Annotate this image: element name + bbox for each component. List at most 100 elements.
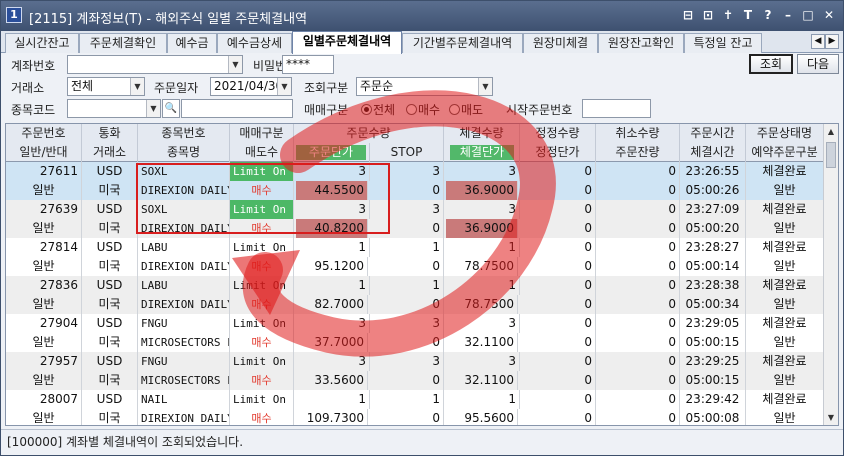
table-row[interactable]: 27611 USD SOXL Limit On C 3 3 3 0 0 23:26:55 체결완료 — [6, 162, 824, 181]
col-market[interactable]: 거래소 — [82, 143, 138, 162]
scroll-thumb[interactable] — [826, 142, 836, 168]
cell-kind: 일반 — [6, 409, 82, 425]
col-order-time[interactable]: 주문시간 — [680, 124, 746, 143]
table-row[interactable]: 일반 미국 DIREXION DAILY 매수 95.1200 0 78.7500 0 0 05:… — [6, 257, 824, 276]
exchange-select[interactable]: 전체 ▼ — [67, 77, 145, 96]
col-trade-type[interactable]: 매매구분 — [230, 124, 294, 143]
col-name[interactable]: 종목명 — [138, 143, 230, 162]
start-order-label: 시작주문번호 — [506, 103, 573, 117]
radio-buy[interactable]: 매수 — [406, 101, 440, 118]
col-side[interactable]: 매도수 — [230, 143, 294, 162]
chevron-down-icon[interactable]: ▼ — [130, 78, 144, 95]
cell-fill-price: 95.5600 — [446, 409, 518, 425]
col-currency[interactable]: 통화 — [82, 124, 138, 143]
table-row[interactable]: 일반 미국 DIREXION DAILY 매수 109.7300 0 95.5600 0 0 05… — [6, 409, 824, 425]
cell-name: DIREXION DAILY — [138, 219, 230, 238]
table-row[interactable]: 일반 미국 MICROSECTORS F 매수 37.7000 0 32.1100 0 0 05:… — [6, 333, 824, 352]
cell-qty2: 1 — [370, 238, 444, 257]
chevron-down-icon[interactable]: ▼ — [478, 78, 492, 95]
side-label: 매매구분 — [304, 103, 349, 117]
radio-sell[interactable]: 매도 — [449, 101, 483, 118]
tab-period-orders[interactable]: 기간별주문체결내역 — [402, 33, 523, 53]
col-cancel-qty[interactable]: 취소수량 — [596, 124, 680, 143]
tab-ledger-balance[interactable]: 원장잔고확인 — [598, 33, 684, 53]
tab-realtime-balance[interactable]: 실시간잔고 — [5, 33, 79, 53]
account-field[interactable]: ▼ — [67, 55, 243, 74]
help-icon[interactable]: ? — [759, 7, 777, 24]
col-order-qty[interactable]: 주문수량 — [294, 124, 444, 143]
radio-buy-label: 매수 — [418, 103, 441, 117]
layout-icon[interactable]: ⊡ — [699, 7, 717, 24]
next-button[interactable]: 다음 — [797, 54, 839, 74]
table-row[interactable]: 일반 미국 DIREXION DAILY 매수 40.8200 0 36.9000 0 0 05:… — [6, 219, 824, 238]
password-field[interactable]: **** — [282, 55, 334, 74]
col-order-price[interactable]: 주문단가 — [294, 143, 370, 162]
scroll-up-icon[interactable]: ▲ — [824, 124, 838, 139]
query-type-select[interactable]: 주문순 ▼ — [356, 77, 493, 96]
title-bar[interactable]: 1 [2115] 계좌정보(T) - 해외주식 일별 주문체결내역 ⊟ ⊡ ✝ … — [1, 1, 843, 31]
tab-scroll-left-icon[interactable]: ◀ — [811, 34, 825, 49]
cell-remain: 0 — [596, 333, 680, 352]
col-mod-qty[interactable]: 정정수량 — [520, 124, 596, 143]
cell-fill-time: 05:00:15 — [680, 333, 746, 352]
chevron-down-icon[interactable]: ▼ — [228, 56, 242, 73]
query-button[interactable]: 조회 — [749, 54, 793, 74]
table-row[interactable]: 일반 미국 DIREXION DAILY 매수 82.7000 0 78.7500 0 0 05:… — [6, 295, 824, 314]
pin-icon[interactable]: ✝ — [719, 7, 737, 24]
col-fill-qty[interactable]: 체결수량 — [444, 124, 520, 143]
scroll-down-icon[interactable]: ▼ — [824, 410, 838, 425]
cell-fill-price: 32.1100 — [446, 371, 518, 390]
cell-fill-qty: 1 — [444, 390, 520, 409]
link-icon[interactable]: ⊟ — [679, 7, 697, 24]
table-row[interactable]: 27814 USD LABU Limit On C 1 1 1 0 0 23:28:27 체결완료 — [6, 238, 824, 257]
col-reserve[interactable]: 예약주문구분 — [746, 143, 824, 162]
tab-order-confirm[interactable]: 주문체결확인 — [79, 33, 167, 53]
date-field[interactable]: 2021/04/30 ▼ — [210, 77, 292, 96]
chevron-down-icon[interactable]: ▼ — [146, 100, 160, 117]
radio-all[interactable]: 전체 — [361, 101, 395, 118]
table-row[interactable]: 27836 USD LABU Limit On C 1 1 1 0 0 23:28:38 체결완료 — [6, 276, 824, 295]
col-status[interactable]: 주문상태명 — [746, 124, 824, 143]
start-order-field[interactable] — [582, 99, 651, 118]
col-kind[interactable]: 일반/반대 — [6, 143, 82, 162]
table-row[interactable]: 일반 미국 MICROSECTORS F 매수 33.5600 0 32.1100 0 0 05:… — [6, 371, 824, 390]
table-row[interactable]: 28007 USD NAIL Limit On C 1 1 1 0 0 23:29:42 체결완료 — [6, 390, 824, 409]
code-label: 종목코드 — [11, 103, 56, 117]
tab-deposit-detail[interactable]: 예수금상세 — [217, 33, 292, 53]
tab-scroll-right-icon[interactable]: ▶ — [825, 34, 839, 49]
tab-unfilled[interactable]: 원장미체결 — [523, 33, 598, 53]
table-row[interactable]: 27639 USD SOXL Limit On C 3 3 3 0 0 23:27:09 체결완료 — [6, 200, 824, 219]
cell-qty: 3 — [294, 352, 370, 371]
cell-type: Limit On C — [230, 276, 294, 295]
maximize-button[interactable]: □ — [799, 7, 817, 24]
cell-order-time: 23:27:09 — [680, 200, 746, 219]
table-row[interactable]: 27957 USD FNGU Limit On C 3 3 3 0 0 23:29:25 체결완료 — [6, 352, 824, 371]
search-icon[interactable]: 🔍 — [162, 99, 180, 118]
cell-name: MICROSECTORS F — [138, 371, 230, 390]
minimize-button[interactable]: – — [779, 7, 797, 24]
col-stop[interactable]: STOP — [370, 143, 444, 162]
cell-name: MICROSECTORS F — [138, 333, 230, 352]
col-symbol[interactable]: 종목번호 — [138, 124, 230, 143]
code-select[interactable]: ▼ — [67, 99, 161, 118]
tab-daily-orders[interactable]: 일별주문체결내역 — [292, 31, 402, 54]
font-icon[interactable]: T — [739, 7, 757, 24]
cell-currency: USD — [82, 276, 138, 295]
cell-mod-qty: 0 — [520, 200, 596, 219]
cell-status: 체결완료 — [746, 390, 824, 409]
tab-deposit[interactable]: 예수금 — [167, 33, 217, 53]
cell-type: Limit On C — [230, 162, 294, 181]
table-row[interactable]: 27904 USD FNGU Limit On C 3 3 3 0 0 23:29:05 체결완료 — [6, 314, 824, 333]
calendar-dropdown-icon[interactable]: ▼ — [277, 78, 291, 95]
close-button[interactable]: ✕ — [819, 7, 839, 24]
vertical-scrollbar[interactable]: ▲ ▼ — [823, 124, 838, 425]
code-name-field[interactable] — [181, 99, 293, 118]
tab-specific-day-balance[interactable]: 특정일 잔고 — [684, 33, 762, 53]
col-mod-price[interactable]: 정정단가 — [520, 143, 596, 162]
col-remain[interactable]: 주문잔량 — [596, 143, 680, 162]
col-order-no[interactable]: 주문번호 — [6, 124, 82, 143]
col-fill-time[interactable]: 체결시간 — [680, 143, 746, 162]
col-fill-price[interactable]: 체결단가 — [444, 143, 520, 162]
cell-kind: 일반 — [6, 295, 82, 314]
table-row[interactable]: 일반 미국 DIREXION DAILY 매수 44.5500 0 36.9000 0 0 05:… — [6, 181, 824, 200]
